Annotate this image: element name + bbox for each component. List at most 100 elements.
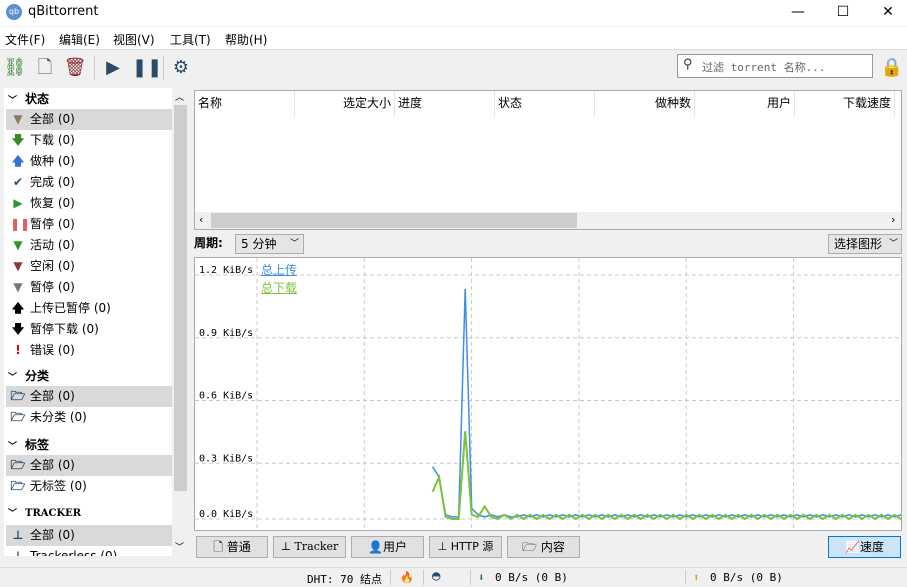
period-value: 5 分钟 bbox=[241, 237, 276, 251]
table-horizontal-scrollbar[interactable]: ‹ › bbox=[195, 212, 901, 229]
status-filter-item[interactable]: 🡇下载 (0) bbox=[6, 130, 172, 151]
play-icon: ▶ bbox=[10, 193, 26, 214]
status-filter-item[interactable]: ❚❚ 暂停 (0) bbox=[6, 214, 172, 235]
pause-icon: ❚❚ bbox=[10, 214, 26, 235]
filter-search-input[interactable]: ⚲ 过滤 torrent 名称... bbox=[677, 54, 873, 78]
tags-section-header[interactable]: ﹀ 标签 bbox=[8, 436, 49, 453]
tab-tracker[interactable]: ⊥ Tracker bbox=[273, 536, 346, 558]
pause-icon[interactable]: ❚❚ bbox=[132, 56, 156, 80]
status-filter-item[interactable]: 🡇暂停下载 (0) bbox=[6, 319, 172, 340]
app-logo-icon: qb bbox=[6, 4, 22, 20]
column-header-size[interactable]: 选定大小 bbox=[295, 91, 395, 117]
delete-icon[interactable]: 🗑 bbox=[63, 56, 87, 80]
item-label: 错误 (0) bbox=[30, 343, 75, 357]
column-header-name[interactable]: 名称 bbox=[195, 91, 295, 117]
chevron-down-icon: ﹀ bbox=[8, 442, 17, 452]
tab-label: 普通 bbox=[227, 540, 251, 554]
speed-limit-icon[interactable]: ◓ bbox=[432, 568, 440, 584]
resume-icon[interactable]: ▶ bbox=[101, 56, 125, 80]
status-separator bbox=[470, 570, 471, 585]
section-title: 状态 bbox=[25, 92, 49, 106]
tab-peers[interactable]: 👤用户 bbox=[351, 536, 424, 558]
scroll-up-icon[interactable]: ︿ bbox=[175, 90, 184, 103]
column-header-progress[interactable]: 进度 bbox=[395, 91, 495, 117]
tracker-icon: ⊥ bbox=[10, 546, 26, 556]
menu-view[interactable]: 视图(V) bbox=[113, 31, 155, 48]
upload-speed-status: 0 B/s (0 B) bbox=[710, 571, 783, 584]
window-title: qBittorrent bbox=[28, 4, 98, 19]
series-line-download bbox=[433, 431, 901, 519]
tag-filter-item[interactable]: 🗁无标签 (0) bbox=[6, 476, 172, 497]
tab-general[interactable]: 🗋 普通 bbox=[196, 536, 268, 558]
close-button[interactable]: ✕ bbox=[865, 0, 907, 26]
item-label: 暂停下载 (0) bbox=[30, 322, 99, 336]
status-filter-item[interactable]: 🡅做种 (0) bbox=[6, 151, 172, 172]
sidebar-scroll-thumb[interactable] bbox=[174, 105, 187, 491]
category-filter-item[interactable]: 🗁未分类 (0) bbox=[6, 407, 172, 428]
column-header-seeds[interactable]: 做种数 bbox=[595, 91, 695, 117]
status-filter-item[interactable]: 🡅上传已暂停 (0) bbox=[6, 298, 172, 319]
category-section-header[interactable]: ﹀分类 bbox=[8, 367, 49, 384]
section-title: TRACKER bbox=[25, 508, 81, 519]
column-header-status[interactable]: 状态 bbox=[495, 91, 595, 117]
series-line-upload bbox=[433, 289, 901, 517]
status-bar: DHT: 70 结点 🔥 ◓ ⬇ 0 B/s (0 B) ⬆ 0 B/s (0 … bbox=[0, 567, 907, 585]
chevron-down-icon: ﹀ bbox=[8, 509, 17, 519]
item-label: 暂停 (0) bbox=[30, 217, 75, 231]
status-filter-item[interactable]: ▼空闲 (0) bbox=[6, 256, 172, 277]
toolbar: ⛓ 🗋 🗑 ▶ ❚❚ ⚙ ⚲ 过滤 torrent 名称... 🔒 bbox=[0, 49, 907, 85]
menu-bar: 文件(F) 编辑(E) 视图(V) 工具(T) 帮助(H) bbox=[0, 27, 907, 49]
chart-icon: 📈 bbox=[845, 540, 860, 554]
item-label: Trackerless (0) bbox=[30, 549, 117, 556]
status-filter-item[interactable]: !错误 (0) bbox=[6, 340, 172, 361]
filter-inactive-icon: ▼ bbox=[10, 256, 26, 277]
menu-tools[interactable]: 工具(T) bbox=[170, 31, 211, 48]
tracker-filter-item[interactable]: ⊥ Trackerless (0) bbox=[6, 546, 172, 556]
tab-http-sources[interactable]: ⊥ HTTP 源 bbox=[429, 536, 502, 558]
minimize-button[interactable]: — bbox=[775, 0, 821, 26]
status-section-header[interactable]: ﹀ 状态 bbox=[8, 90, 49, 107]
menu-edit[interactable]: 编辑(E) bbox=[59, 31, 100, 48]
tracker-icon: ⊥ bbox=[281, 540, 295, 553]
status-filter-item[interactable]: ▼全部 (0) bbox=[6, 109, 172, 130]
general-icon: 🗋 bbox=[213, 540, 226, 554]
add-torrent-link-icon[interactable]: ⛓ bbox=[3, 56, 27, 80]
period-label: 周期: bbox=[194, 234, 223, 251]
tag-filter-item[interactable]: 🗁全部 (0) bbox=[6, 455, 172, 476]
legend-upload: 总上传 bbox=[261, 261, 297, 278]
status-filter-item[interactable]: ▼暂停 (0) bbox=[6, 277, 172, 298]
menu-file[interactable]: 文件(F) bbox=[5, 31, 45, 48]
tracker-section-header[interactable]: ﹀ TRACKER bbox=[8, 506, 81, 519]
search-placeholder: 过滤 torrent 名称... bbox=[702, 61, 825, 74]
select-graph-dropdown[interactable]: 选择图形﹀ bbox=[828, 234, 902, 254]
status-filter-item[interactable]: ✔完成 (0) bbox=[6, 172, 172, 193]
scroll-down-icon[interactable]: ﹀ bbox=[175, 540, 184, 553]
maximize-button[interactable]: ☐ bbox=[820, 0, 866, 26]
select-graph-label: 选择图形 bbox=[834, 237, 882, 251]
status-separator bbox=[685, 570, 686, 585]
item-label: 无标签 (0) bbox=[30, 479, 87, 493]
item-label: 全部 (0) bbox=[30, 528, 75, 542]
tab-content[interactable]: 🗁 内容 bbox=[507, 536, 580, 558]
scroll-right-icon[interactable]: › bbox=[891, 213, 895, 226]
status-filter-item[interactable]: ▶恢复 (0) bbox=[6, 193, 172, 214]
add-torrent-file-icon[interactable]: 🗋 bbox=[33, 56, 57, 80]
column-header-download-speed[interactable]: 下载速度 bbox=[795, 91, 895, 117]
y-tick-label: 0.3 KiB/s bbox=[199, 453, 253, 464]
connection-status-icon[interactable]: 🔥 bbox=[400, 571, 414, 584]
settings-gear-icon[interactable]: ⚙ bbox=[169, 56, 193, 80]
column-header-peers[interactable]: 用户 bbox=[695, 91, 795, 117]
scroll-left-icon[interactable]: ‹ bbox=[199, 213, 203, 226]
period-select[interactable]: 5 分钟﹀ bbox=[235, 234, 304, 254]
chevron-down-icon: ﹀ bbox=[8, 96, 17, 106]
table-scroll-thumb[interactable] bbox=[211, 213, 577, 228]
menu-help[interactable]: 帮助(H) bbox=[225, 31, 267, 48]
category-filter-item[interactable]: 🗁全部 (0) bbox=[6, 386, 172, 407]
lock-icon[interactable]: 🔒 bbox=[880, 56, 904, 80]
tracker-filter-item[interactable]: ⊥全部 (0) bbox=[6, 525, 172, 546]
tab-label: 速度 bbox=[860, 540, 884, 554]
status-filter-item[interactable]: ▼活动 (0) bbox=[6, 235, 172, 256]
section-title: 标签 bbox=[25, 438, 49, 452]
sidebar: ﹀状态▼全部 (0)🡇下载 (0)🡅做种 (0)✔完成 (0)▶恢复 (0)❚❚… bbox=[4, 88, 188, 556]
tab-speed[interactable]: 📈速度 bbox=[828, 536, 901, 558]
